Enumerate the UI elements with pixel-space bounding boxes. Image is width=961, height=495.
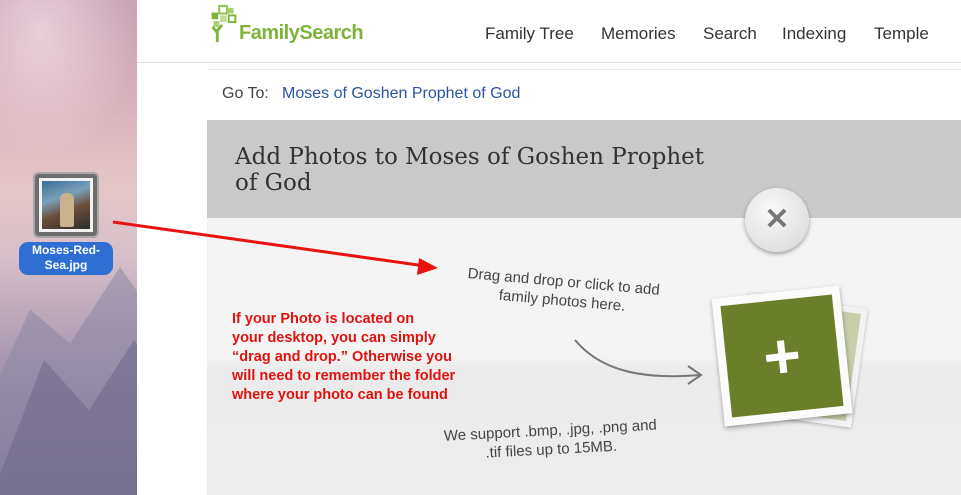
annotation-line3: “drag and drop.” Otherwise you: [232, 349, 452, 365]
file-label-line2: Sea.jpg: [44, 258, 88, 272]
desktop-file-label[interactable]: Moses-Red- Sea.jpg: [19, 242, 113, 275]
site-header: FamilySearch Family Tree Memories Search…: [137, 0, 961, 63]
annotation-line2: your desktop, you can simply: [232, 330, 436, 346]
nav-temple[interactable]: Temple: [874, 24, 929, 44]
annotation-line4: will need to remember the folder: [232, 368, 456, 384]
annotation-instructions: If your Photo is located on your desktop…: [232, 310, 492, 405]
dialog-title-line1: Add Photos to Moses of Goshen Prophet: [235, 144, 704, 170]
goto-label: Go To:: [222, 85, 269, 102]
nav-indexing[interactable]: Indexing: [782, 24, 846, 44]
add-photo-button[interactable]: +: [711, 285, 853, 427]
image-preview: [42, 181, 90, 229]
sky-haze: [0, 0, 137, 160]
desktop-file-icon[interactable]: [33, 172, 99, 238]
file-thumbnail: [39, 178, 93, 232]
goto-bar: Go To: Moses of Goshen Prophet of God: [207, 69, 961, 120]
nav-family-tree[interactable]: Family Tree: [485, 24, 574, 44]
file-label-line1: Moses-Red-: [31, 243, 100, 257]
close-icon: ✕: [764, 203, 790, 236]
annotation-line5: where your photo can be found: [232, 387, 448, 403]
nav-memories[interactable]: Memories: [601, 24, 676, 44]
plus-icon: +: [759, 318, 805, 394]
nav-search[interactable]: Search: [703, 24, 757, 44]
figure-shape: [60, 193, 74, 227]
family-tree-logo-icon[interactable]: [207, 4, 239, 44]
annotation-line1: If your Photo is located on: [232, 311, 415, 327]
logo-text[interactable]: FamilySearch: [239, 22, 364, 45]
goto-person-link[interactable]: Moses of Goshen Prophet of God: [282, 85, 520, 103]
close-button[interactable]: ✕: [745, 188, 809, 252]
dialog-header: Add Photos to Moses of Goshen Prophet of…: [207, 120, 961, 218]
